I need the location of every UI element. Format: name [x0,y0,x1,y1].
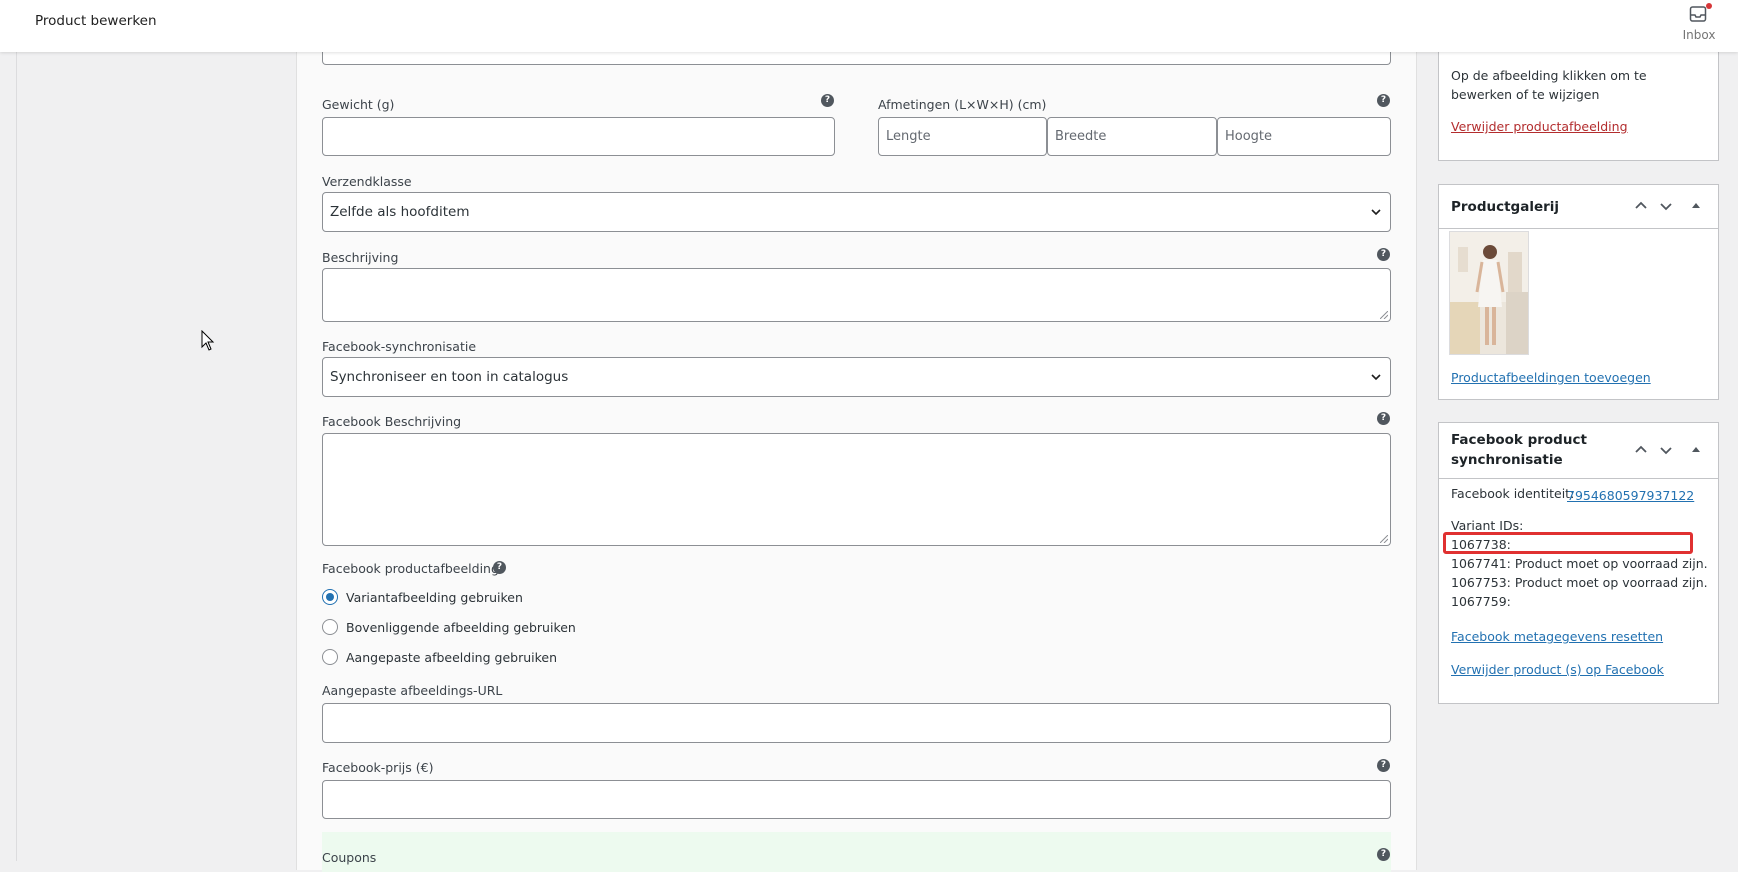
product-gallery-box: Productgalerij Productafbeeldingen toevo… [1438,184,1719,400]
gallery-thumbnail[interactable] [1449,231,1529,355]
shipping-class-select[interactable]: Zelfde als hoofditem [322,192,1391,232]
variant-row: 1067753: Product moet op voorraad zijn. [1451,575,1708,590]
custom-image-url-label: Aangepaste afbeeldings-URL [322,683,503,698]
reset-fb-metadata-link[interactable]: Facebook metagegevens resetten [1451,629,1663,644]
inbox-icon [1689,6,1707,22]
collapse-toggle-icon[interactable] [1688,198,1704,214]
coupons-label: Coupons [322,850,377,865]
radio-variant-image-label[interactable]: Variantafbeelding gebruiken [346,590,523,605]
resize-handle-icon[interactable] [1380,535,1388,543]
fb-sync-header: Facebook product synchronisatie [1439,423,1718,479]
variant-highlight-box [1443,532,1693,554]
fb-price-label: Facebook-prijs (€) [322,760,434,775]
custom-image-url-input[interactable] [322,703,1391,743]
weight-input[interactable] [322,117,835,156]
description-textarea[interactable] [322,268,1391,322]
left-column-edge [16,52,17,861]
coupons-help-icon[interactable]: ? [1377,848,1390,861]
product-image-hint: Op de afbeelding klikken om te bewerken … [1451,68,1647,102]
gallery-header: Productgalerij [1439,185,1718,229]
radio-custom-image[interactable] [322,649,338,665]
variant-row: 1067741: Product moet op voorraad zijn. [1451,556,1708,571]
gallery-image [1450,232,1528,354]
gallery-title: Productgalerij [1451,199,1560,215]
delete-fb-products-link[interactable]: Verwijder product (s) op Facebook [1451,662,1664,677]
fb-description-label: Facebook Beschrijving [322,414,462,429]
product-image-box: Op de afbeelding klikken om te bewerken … [1438,38,1719,161]
fb-sync-title: Facebook product synchronisatie [1451,432,1587,468]
weight-help-icon[interactable]: ? [821,94,834,107]
width-placeholder: Breedte [1055,129,1107,144]
fb-sync-label: Facebook-synchronisatie [322,339,477,354]
shipping-class-label: Verzendklasse [322,174,412,189]
inbox-label: Inbox [1682,28,1716,42]
fb-sync-value: Synchroniseer en toon in catalogus [330,369,569,385]
fb-description-textarea[interactable] [322,433,1391,546]
fb-identity-link[interactable]: 7954680597937122 [1567,488,1694,503]
fb-description-help-icon[interactable]: ? [1377,412,1390,425]
height-placeholder: Hoogte [1225,129,1273,144]
width-input[interactable]: Breedte [1047,117,1217,156]
radio-variant-image[interactable] [322,589,338,605]
dimensions-help-icon[interactable]: ? [1377,94,1390,107]
fb-image-help-icon[interactable]: ? [493,561,506,574]
page-title: Product bewerken [35,13,157,29]
add-gallery-images-link[interactable]: Productafbeeldingen toevoegen [1451,370,1651,385]
resize-handle-icon[interactable] [1380,311,1388,319]
collapse-toggle-icon[interactable] [1688,442,1704,458]
radio-custom-image-label[interactable]: Aangepaste afbeelding gebruiken [346,650,557,665]
variant-row: 1067759: [1451,594,1511,609]
shipping-class-value: Zelfde als hoofditem [330,204,470,220]
mouse-cursor-icon [201,330,215,351]
length-placeholder: Lengte [886,129,931,144]
notification-dot [1706,3,1712,9]
inbox-button[interactable]: Inbox [1664,3,1734,47]
chevron-down-icon[interactable] [1658,198,1674,214]
dimensions-label: Afmetingen (L×W×H) (cm) [878,97,1047,112]
fb-sync-select[interactable]: Synchroniseer en toon in catalogus [322,357,1391,397]
description-label: Beschrijving [322,250,399,265]
chevron-down-icon [1371,209,1381,216]
height-input[interactable]: Hoogte [1217,117,1391,156]
fb-sync-box: Facebook product synchronisatie Facebook… [1438,422,1719,704]
coupons-section [322,832,1391,872]
fb-price-input[interactable] [322,780,1391,819]
chevron-down-icon [1371,374,1381,381]
radio-parent-image-label[interactable]: Bovenliggende afbeelding gebruiken [346,620,576,635]
fb-identity-label: Facebook identiteit: [1451,486,1575,501]
weight-label: Gewicht (g) [322,97,395,112]
fb-price-help-icon[interactable]: ? [1377,759,1390,772]
chevron-up-icon[interactable] [1633,198,1649,214]
radio-parent-image[interactable] [322,619,338,635]
chevron-up-icon[interactable] [1633,442,1649,458]
fb-image-label: Facebook productafbeelding [322,561,499,576]
length-input[interactable]: Lengte [878,117,1047,156]
chevron-down-icon[interactable] [1658,442,1674,458]
top-bar: Product bewerken Inbox [0,0,1738,52]
description-help-icon[interactable]: ? [1377,248,1390,261]
remove-product-image-link[interactable]: Verwijder productafbeelding [1451,119,1628,134]
